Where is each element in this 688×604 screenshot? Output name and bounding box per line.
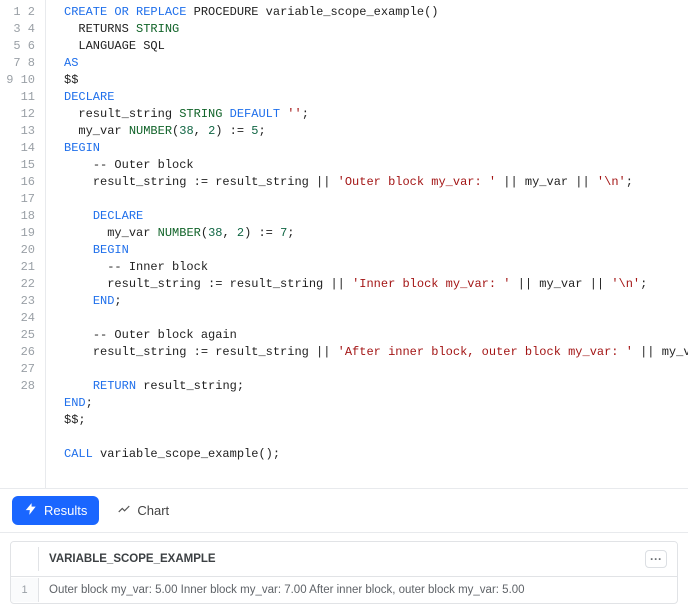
column-header-label: VARIABLE_SCOPE_EXAMPLE [49, 553, 216, 565]
row-number: 1 [11, 578, 39, 602]
chart-tab-label: Chart [137, 503, 169, 518]
code-area[interactable]: CREATE OR REPLACE PROCEDURE variable_sco… [46, 0, 688, 488]
table-row[interactable]: 1 Outer block my_var: 5.00 Inner block m… [11, 577, 677, 603]
lightning-icon [24, 502, 38, 519]
line-number-gutter: 1 2 3 4 5 6 7 8 9 10 11 12 13 14 15 16 1… [0, 0, 46, 488]
results-toolbar: Results Chart [0, 488, 688, 532]
results-table: VARIABLE_SCOPE_EXAMPLE ··· 1 Outer block… [10, 541, 678, 604]
chart-line-icon [117, 502, 131, 519]
code-editor[interactable]: 1 2 3 4 5 6 7 8 9 10 11 12 13 14 15 16 1… [0, 0, 688, 488]
column-header[interactable]: VARIABLE_SCOPE_EXAMPLE ··· [39, 542, 677, 576]
results-panel: VARIABLE_SCOPE_EXAMPLE ··· 1 Outer block… [0, 532, 688, 604]
results-tab-label: Results [44, 503, 87, 518]
results-header-row: VARIABLE_SCOPE_EXAMPLE ··· [11, 542, 677, 577]
column-more-button[interactable]: ··· [645, 550, 667, 568]
result-cell[interactable]: Outer block my_var: 5.00 Inner block my_… [39, 577, 677, 603]
row-number-header [11, 547, 39, 571]
results-tab-button[interactable]: Results [12, 496, 99, 525]
chart-tab-button[interactable]: Chart [117, 502, 169, 519]
